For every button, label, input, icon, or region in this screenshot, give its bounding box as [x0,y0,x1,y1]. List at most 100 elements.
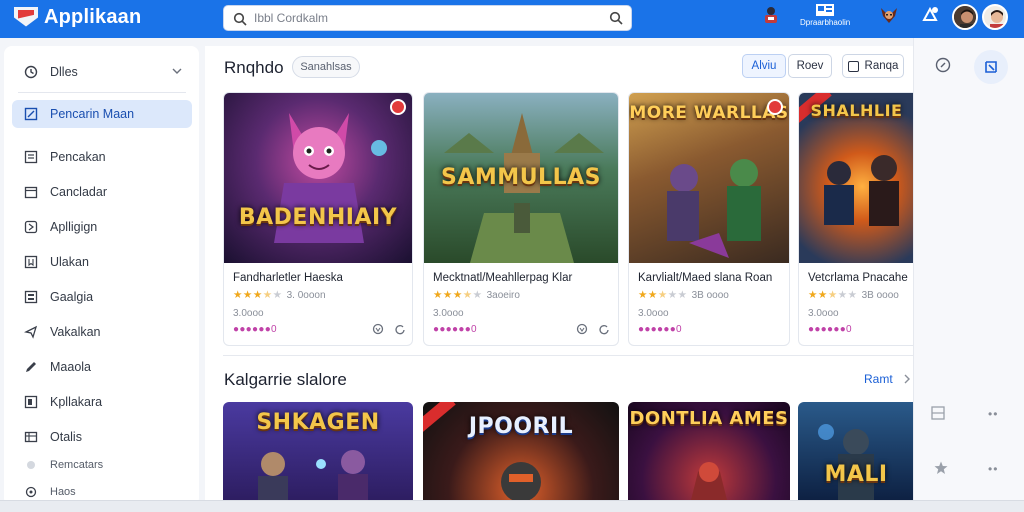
heart-icon[interactable] [576,323,588,335]
sidebar-item-otalis[interactable]: Otalis [12,424,192,450]
status-bar [0,500,1024,512]
sidebar-header[interactable]: Dlles [12,59,192,85]
section-title: Kalgarrie slalore [224,370,347,389]
active-tool-button[interactable] [974,50,1008,84]
filter-pill[interactable]: Sanahlsas [292,56,360,78]
bookmark-icon [24,255,38,269]
game-card[interactable]: MORE WARLLAS Karvlialt/Maed slana Roan ★… [628,92,790,346]
search-submit-icon[interactable] [609,11,623,25]
profile-avatar[interactable] [982,4,1008,30]
sidebar-item-label: Pencarin Maan [50,107,135,121]
game-title-art: SHALHLIE [810,101,903,120]
puzzle-icon [24,220,38,234]
more-icon[interactable]: •• [988,407,998,421]
game-title-art: DONTLIA AMES [629,408,789,429]
search-input[interactable] [254,9,584,27]
topbar-item-news[interactable]: Dpraarbhaolin [800,0,850,30]
game-card[interactable]: BADENHIAIY Fandharletler Haeska ★★★★★ 3. … [223,92,413,346]
section-divider [223,355,913,356]
sidebar-item-gaalgia[interactable]: Gaalgia [12,284,192,310]
game-title-art: BADENHIAIY [238,205,398,230]
range-button-label: Ranqa [864,60,899,72]
window-icon [847,60,859,72]
game-meta: 3.0ooo [233,308,264,319]
game-card[interactable]: JPOORIL [423,402,619,512]
search-icon[interactable] [233,12,247,26]
topbar-item-label: Dpraarbhaolin [800,18,851,27]
chevron-down-icon[interactable] [172,66,182,76]
rating-stars: ★★★★★ 3aoeiro [433,289,520,301]
review-count: 3B oooo [691,290,729,301]
review-count: 3B oooo [861,290,899,301]
game-title-art: MALI [824,462,888,487]
share-icon [24,325,38,339]
game-name: Karvlialt/Maed slana Roan [638,272,773,284]
game-cover-image [818,424,874,512]
see-all-link[interactable]: Ramt [864,372,893,386]
calendar-icon [24,186,38,199]
game-name: Fandharletler Haeska [233,272,343,284]
sidebar-item-aplligign[interactable]: Aplligign [12,214,192,240]
joystick-icon[interactable] [762,0,780,30]
chevron-right-icon[interactable] [903,373,911,385]
range-button[interactable]: Ranqa [842,54,904,78]
more-icon[interactable]: •• [988,462,998,476]
right-rail: •• •• [913,38,1024,512]
sidebar-item-label: Remcatars [50,459,104,471]
sidebar-item-label: Aplligign [50,220,98,234]
sidebar-item-maaola[interactable]: Maaola [12,354,192,380]
table-icon [24,431,38,443]
refresh-icon[interactable] [394,323,406,335]
game-character-icon[interactable] [878,0,900,30]
circle-icon [25,486,37,498]
sidebar-item-label: Haos [50,486,76,498]
sidebar-item-ulakan[interactable]: Ulakan [12,249,192,275]
main-content: Rnqhdo Sanahlsas Alviu Roev Ranqa BADENH… [205,46,914,512]
rating-stars: ★★★★★ 3B oooo [638,289,729,301]
sidebar-item-pencarin[interactable]: Pencarin Maan [12,100,192,128]
sidebar-item-remcatars[interactable]: Remcatars [12,452,192,478]
top-bar: Applikaan Dpraarbhaolin [0,0,1024,38]
document-icon [24,395,38,409]
game-name: Vetcrlama Pnacahe [808,272,908,284]
refresh-icon[interactable] [598,323,610,335]
game-price: ●●●●●●0 [433,324,477,335]
game-card[interactable]: SHKAGEN [223,402,413,512]
game-cover-image: BADENHIAIY [224,93,412,263]
app-logo[interactable]: Applikaan [14,6,141,29]
game-card[interactable]: DONTLIA AMES [628,402,790,512]
heart-icon[interactable] [372,323,384,335]
compass-icon[interactable] [935,57,951,73]
grid-icon [24,290,38,304]
game-meta: 3.0ooo [433,308,464,319]
game-card[interactable]: SAMMULLAS Mecktnatl/Meahllerpag Klar ★★★… [423,92,619,346]
list-icon [24,150,38,164]
game-name: Mecktnatl/Meahllerpag Klar [433,272,573,284]
edit-icon [24,107,38,121]
star-icon[interactable] [933,460,949,476]
sidebar-item-label: Pencakan [50,150,106,164]
game-price: ●●●●●●0 [808,324,852,335]
review-button[interactable]: Roev [788,54,832,78]
sidebar-item-label: Kpllakara [50,395,103,409]
sidebar-item-kpllakara[interactable]: Kpllakara [12,389,192,415]
view-button[interactable]: Alviu [742,54,786,78]
sidebar-item-label: Vakalkan [50,325,101,339]
sidebar-item-vakalkan[interactable]: Vakalkan [12,319,192,345]
game-price: ●●●●●●0 [638,324,682,335]
sidebar-item-label: Maaola [50,360,91,374]
chevron-icon [985,61,997,73]
game-cover-image: SHALHLIE [799,93,914,263]
hot-badge [767,99,783,115]
game-card[interactable]: MALI [798,402,914,512]
game-title-art: MORE WARLLAS [629,103,789,123]
sidebar-item-pencakan[interactable]: Pencakan [12,144,192,170]
notification-icon[interactable] [920,0,940,30]
game-card[interactable]: SHALHLIE Vetcrlama Pnacahe ★★★★★ 3B oooo … [798,92,914,346]
sidebar-item-cancladar[interactable]: Cancladar [12,179,192,205]
layout-icon[interactable] [930,405,946,421]
dot-icon [27,461,35,469]
sidebar-header-label: Dlles [50,65,78,79]
avatar[interactable] [952,4,978,30]
app-name: Applikaan [44,6,142,28]
